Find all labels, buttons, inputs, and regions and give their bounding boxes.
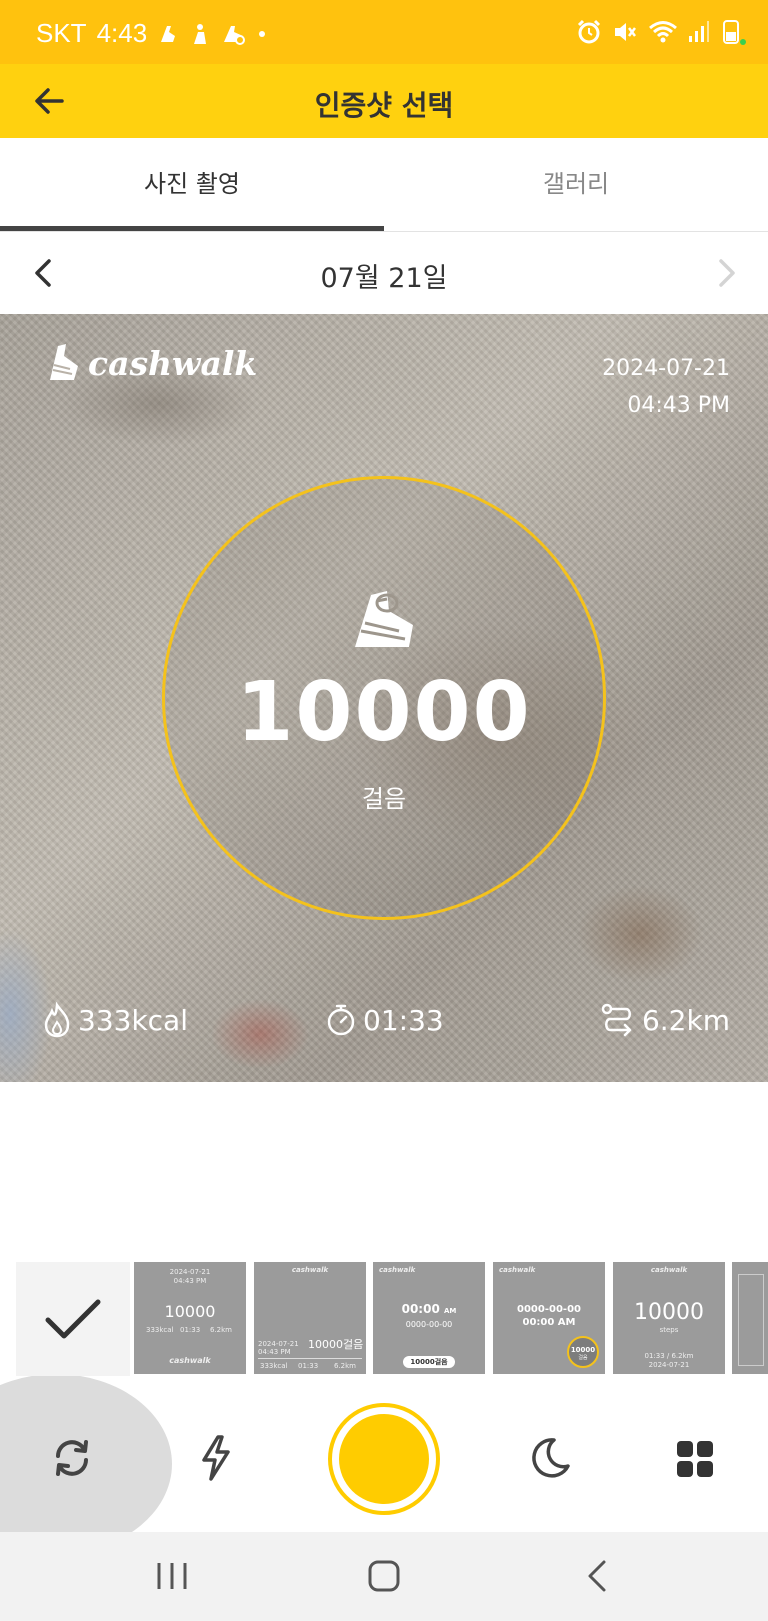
- app-bar: 인증샷 선택: [0, 64, 768, 138]
- wifi-icon: [649, 21, 677, 43]
- template-thumbnail-5[interactable]: cashwalk 10000 steps 01:33 / 6.2km 2024-…: [613, 1262, 725, 1374]
- dot-icon: [259, 30, 266, 37]
- stamp-date: 2024-07-21: [602, 356, 730, 381]
- tpl-logo: cashwalk: [650, 1266, 688, 1274]
- check-icon: [45, 1299, 101, 1339]
- tpl-badge-value: 10000: [570, 1346, 596, 1354]
- template-thumbnail-2[interactable]: cashwalk 2024-07-21 04:43 PM 10000걸음 333…: [254, 1262, 366, 1374]
- divider: [258, 1358, 362, 1359]
- template-thumbnail-3[interactable]: cashwalk 00:00 AM 0000-00-00 10000걸음: [373, 1262, 485, 1374]
- template-strip: 2024-07-21 04:43 PM 10000 333kcal 01:33 …: [0, 1262, 768, 1376]
- current-date: 07월 21일: [320, 263, 448, 294]
- carrier-label: SKT: [36, 18, 87, 48]
- tpl-logo: cashwalk: [291, 1266, 329, 1274]
- fire-icon: [44, 1002, 70, 1038]
- tpl-time: 04:43 PM: [173, 1277, 207, 1285]
- duration-value: 01:33: [363, 1003, 444, 1037]
- stopwatch-icon: [327, 1004, 355, 1036]
- grid-icon[interactable]: [676, 1440, 714, 1478]
- moon-icon[interactable]: [528, 1436, 572, 1480]
- distance-value: 6.2km: [641, 1003, 730, 1037]
- walking-app-icon: [161, 25, 176, 42]
- date-navigator: 07월 21일: [0, 232, 768, 314]
- template-thumbnail-1[interactable]: 2024-07-21 04:43 PM 10000 333kcal 01:33 …: [134, 1262, 246, 1374]
- tpl-date: 2024-07-21: [169, 1268, 211, 1276]
- tpl-distance: 6.2km: [334, 1362, 357, 1370]
- tpl-steps-badge: 10000 걸음: [567, 1336, 599, 1368]
- tpl-footer-2: 2024-07-21: [648, 1361, 690, 1369]
- tpl-date: 0000-00-00: [405, 1320, 453, 1329]
- alarm-icon: [577, 19, 601, 44]
- flash-icon[interactable]: [196, 1434, 236, 1482]
- tab-bar: 사진 촬영 갤러리: [0, 138, 768, 232]
- shutter-inner: [339, 1414, 429, 1504]
- tpl-time: 00:00 AM: [522, 1317, 576, 1328]
- confirm-button[interactable]: [16, 1262, 130, 1376]
- shutter-button[interactable]: [328, 1403, 440, 1515]
- timestamp: 2024-07-21 04:43 PM: [602, 350, 730, 424]
- walking-app-icon: [194, 23, 207, 44]
- home-icon[interactable]: [364, 1556, 404, 1596]
- walking-app-icon: [224, 25, 246, 45]
- tpl-frame: [738, 1274, 764, 1366]
- tpl-badge-unit: 걸음: [578, 1355, 588, 1361]
- template-thumbnail-4[interactable]: cashwalk 0000-00-00 00:00 AM 10000 걸음: [493, 1262, 605, 1374]
- status-left: SKT 4:43: [36, 18, 267, 49]
- tpl-steps: 10000걸음: [308, 1338, 364, 1351]
- stamp-time: 04:43 PM: [627, 393, 730, 418]
- cashwalk-logo: cashwalk: [44, 340, 257, 386]
- tpl-duration: 01:33: [298, 1362, 319, 1370]
- tpl-clock-value: 00:00: [401, 1302, 440, 1316]
- tpl-clock-suffix: AM: [444, 1307, 457, 1315]
- clock-label: 4:43: [96, 18, 148, 48]
- tpl-footer-1: 01:33 / 6.2km: [644, 1352, 694, 1360]
- template-thumbnail-6[interactable]: [732, 1262, 768, 1374]
- tpl-logo: cashwalk: [499, 1266, 536, 1274]
- tpl-steps-pill: 10000걸음: [403, 1356, 455, 1368]
- signal-icon: [689, 21, 709, 42]
- chevron-right-icon[interactable]: [706, 253, 746, 293]
- tpl-kcal: 333kcal: [260, 1362, 288, 1370]
- tab-take-photo[interactable]: 사진 촬영: [0, 138, 384, 232]
- tpl-clock: 00:00 AM: [373, 1302, 485, 1316]
- tpl-date: 2024-07-21: [258, 1340, 299, 1348]
- tpl-date: 0000-00-00: [517, 1304, 581, 1315]
- shoe-icon: [355, 591, 413, 647]
- recent-apps-icon[interactable]: [152, 1556, 192, 1596]
- stat-calories: 333kcal: [42, 1002, 188, 1038]
- mute-icon: [615, 23, 636, 41]
- back-icon[interactable]: [578, 1556, 618, 1596]
- tpl-steps: 10000: [634, 1300, 704, 1325]
- calories-value: 333kcal: [78, 1003, 188, 1037]
- camera-flip-icon[interactable]: [50, 1436, 94, 1480]
- steps-unit: 걸음: [361, 785, 407, 813]
- page-title: 인증샷 선택: [314, 89, 454, 122]
- camera-preview[interactable]: cashwalk 2024-07-21 04:43 PM 10000 걸음 33…: [0, 314, 768, 1082]
- status-bar: SKT 4:43: [0, 0, 768, 64]
- route-icon: [601, 1003, 632, 1037]
- tpl-distance: 6.2km: [210, 1326, 233, 1334]
- tpl-duration: 01:33: [180, 1326, 201, 1334]
- tpl-steps: 10000: [164, 1302, 216, 1321]
- system-nav-bar: [0, 1532, 768, 1621]
- steps-count: 10000: [236, 665, 532, 760]
- tpl-logo: cashwalk: [379, 1266, 416, 1274]
- stat-duration: 01:33: [325, 1002, 444, 1038]
- tpl-kcal: 333kcal: [146, 1326, 174, 1334]
- tpl-time: 04:43 PM: [258, 1348, 291, 1356]
- tpl-steps-unit: steps: [659, 1326, 679, 1334]
- tpl-logo: cashwalk: [169, 1356, 211, 1365]
- status-right: [576, 18, 746, 46]
- tab-gallery[interactable]: 갤러리: [384, 138, 768, 232]
- logo-text: cashwalk: [88, 343, 258, 383]
- stat-distance: 6.2km: [600, 1002, 730, 1038]
- shoe-icon: [50, 344, 78, 380]
- steps-circle: 10000 걸음: [162, 476, 606, 920]
- battery-icon: [723, 20, 746, 45]
- camera-controls: [0, 1376, 768, 1532]
